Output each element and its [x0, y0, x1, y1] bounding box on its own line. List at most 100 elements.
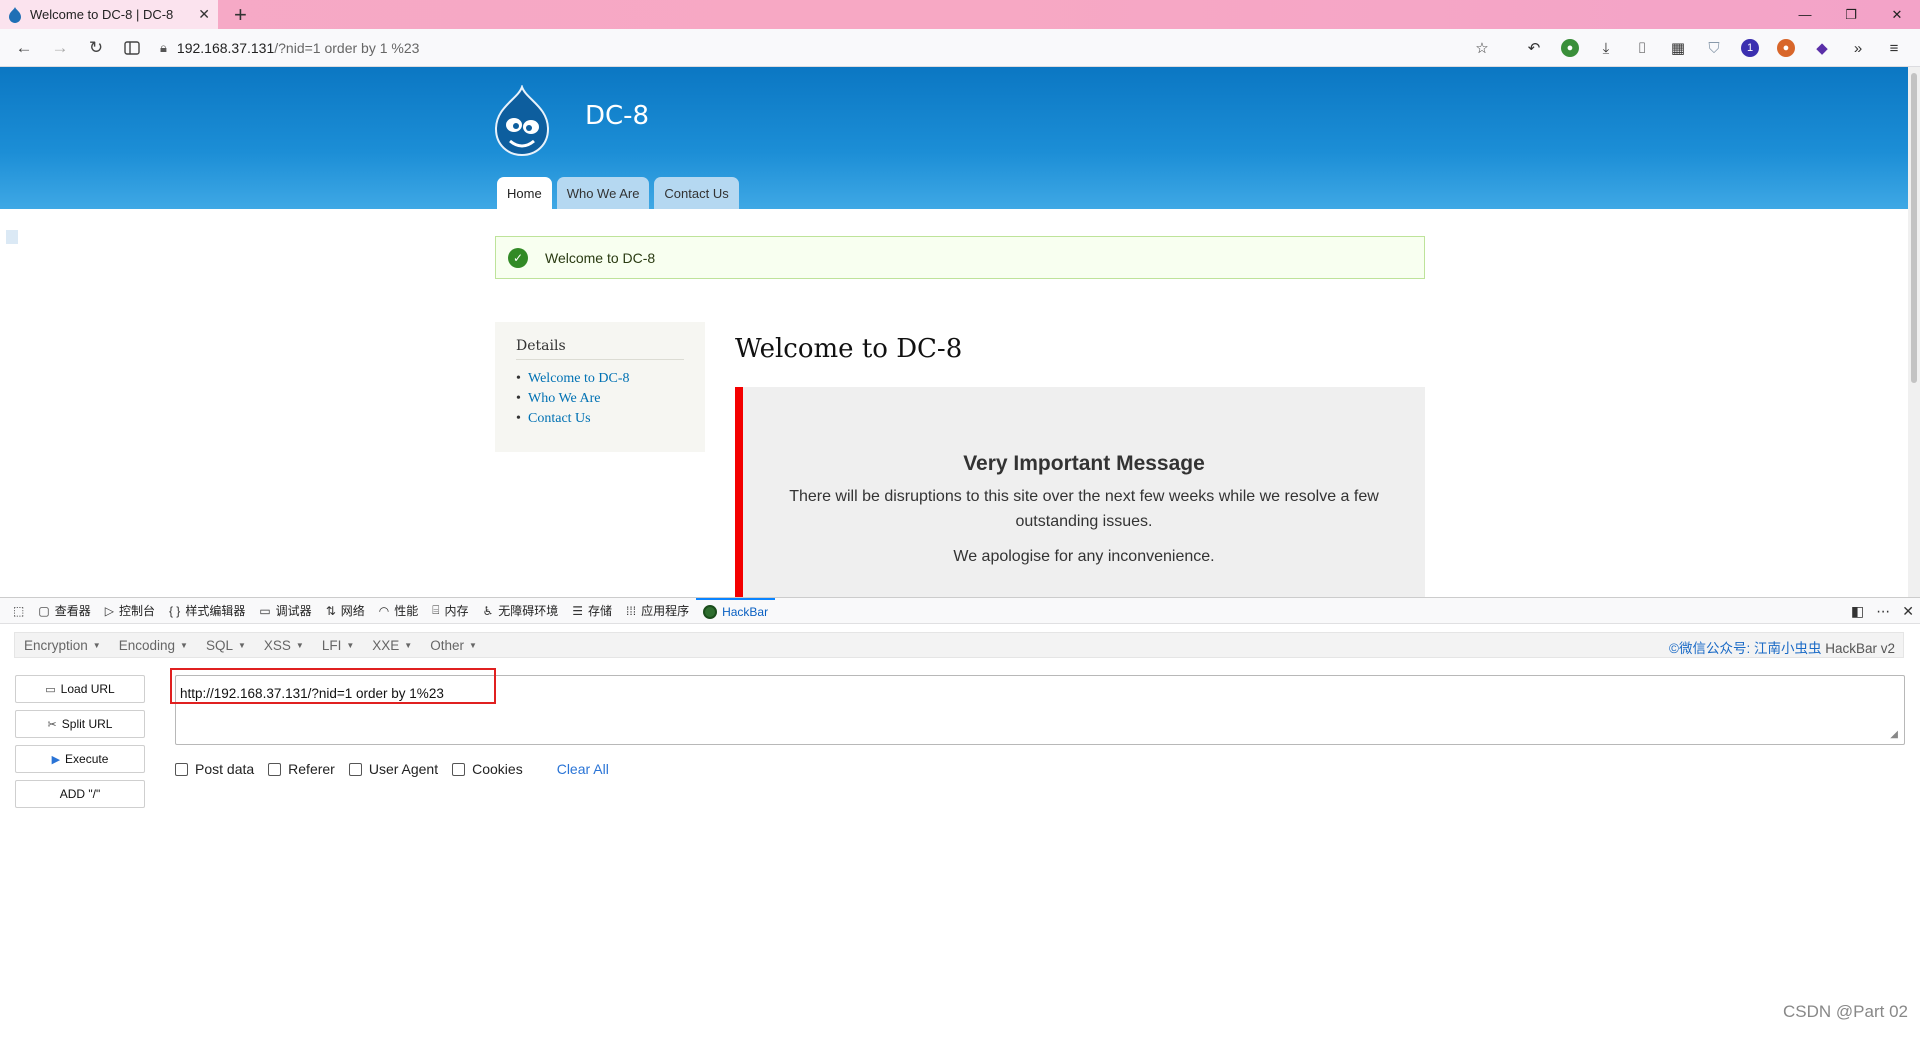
- menu-encoding[interactable]: Encoding ▼: [110, 638, 197, 653]
- callout-title: Very Important Message: [963, 452, 1205, 475]
- extension-cookie-icon[interactable]: ●: [1772, 34, 1800, 62]
- checkbox[interactable]: [175, 762, 188, 776]
- menu-xss[interactable]: XSS ▼: [255, 638, 313, 653]
- new-tab-button[interactable]: +: [234, 2, 247, 28]
- tab-inspector[interactable]: ▢ 查看器: [31, 598, 97, 624]
- network-arrows-icon: ⇅: [325, 603, 336, 618]
- extension-rewind-icon[interactable]: ↶: [1520, 34, 1548, 62]
- nav-tab-home[interactable]: Home: [497, 177, 552, 209]
- sidebar-details-block: Details Welcome to DC-8 Who We Are Conta…: [495, 322, 705, 452]
- reload-icon[interactable]: ↻: [78, 33, 114, 63]
- address-bar[interactable]: 🔒︎ 192.168.37.131/?nid=1 order by 1 %23: [160, 33, 1510, 63]
- primary-nav-tabs: Home Who We Are Contact Us: [497, 177, 739, 209]
- button-label: ADD "/": [59, 787, 101, 801]
- scrollbar-thumb[interactable]: [1911, 73, 1917, 383]
- load-url-button[interactable]: ▭ Load URL: [15, 675, 145, 703]
- close-window-button[interactable]: ✕: [1874, 0, 1920, 29]
- menu-hamburger-icon[interactable]: ≡: [1880, 34, 1908, 62]
- caret-down-icon: ▼: [346, 640, 355, 650]
- nav-tab-contact-us[interactable]: Contact Us: [654, 177, 739, 209]
- site-name[interactable]: DC-8: [585, 101, 649, 131]
- sidebar-link-who-we-are[interactable]: Who We Are: [516, 389, 684, 409]
- lock-icon: 🔒︎: [160, 40, 167, 55]
- option-post-data[interactable]: Post data: [175, 761, 254, 777]
- element-picker-icon[interactable]: ⬚: [6, 598, 31, 624]
- option-label: Referer: [288, 761, 335, 777]
- menu-encryption[interactable]: Encryption ▼: [15, 638, 110, 653]
- menu-label: SQL: [205, 637, 233, 653]
- tab-hackbar[interactable]: HackBar: [696, 597, 776, 624]
- checkmark-icon: ✓: [508, 247, 528, 268]
- overflow-chevrons-icon[interactable]: »: [1844, 34, 1872, 62]
- tab-debugger[interactable]: ▭ 调试器: [252, 598, 318, 624]
- hackbar-credit: ©微信公众号: 江南小虫虫 HackBar v2: [1669, 637, 1895, 657]
- close-tab-icon[interactable]: ✕: [198, 6, 210, 23]
- tab-console[interactable]: ▷ 控制台: [98, 598, 162, 624]
- extension-globe-icon[interactable]: ●: [1556, 34, 1584, 62]
- application-grid-icon: ⁞⁞⁞: [626, 603, 637, 618]
- menu-sql[interactable]: SQL ▼: [197, 638, 255, 653]
- tab-style-editor[interactable]: { } 样式编辑器: [162, 598, 252, 624]
- option-cookies[interactable]: Cookies: [452, 761, 523, 777]
- braces-icon: { }: [168, 603, 181, 618]
- clear-all-link[interactable]: Clear All: [557, 761, 609, 777]
- hackbar-version: HackBar v2: [1825, 641, 1895, 656]
- tab-accessibility[interactable]: ♿︎ 无障碍环境: [475, 598, 565, 624]
- debugger-icon: ▭: [259, 603, 271, 618]
- tab-application[interactable]: ⁞⁞⁞ 应用程序: [619, 598, 696, 624]
- checkbox[interactable]: [348, 762, 362, 776]
- forward-arrow-icon[interactable]: →: [42, 33, 78, 63]
- sidebar-link-welcome[interactable]: Welcome to DC-8: [516, 369, 684, 389]
- devtools-window-controls: ◧ ⋯ ✕: [1851, 598, 1914, 624]
- dock-side-icon[interactable]: ◧: [1851, 603, 1864, 620]
- execute-button[interactable]: ▶ Execute: [15, 745, 145, 773]
- accessibility-person-icon: ♿︎: [482, 603, 494, 618]
- restore-button[interactable]: ❐: [1828, 0, 1874, 29]
- close-devtools-icon[interactable]: ✕: [1902, 603, 1914, 620]
- sidebar-toggle-icon[interactable]: [114, 33, 150, 63]
- nav-tab-label: Contact Us: [664, 185, 729, 201]
- menu-other[interactable]: Other ▼: [421, 638, 486, 653]
- caret-down-icon: ▼: [404, 640, 413, 650]
- csdn-watermark: CSDN @Part 02: [1783, 1002, 1908, 1021]
- drupal-logo-icon[interactable]: [492, 85, 552, 157]
- tab-network[interactable]: ⇅ 网络: [319, 598, 372, 624]
- hackbar-menu-bar: Encryption ▼ Encoding ▼ SQL ▼ XSS ▼ LFI ▼ XXE…: [14, 632, 1904, 658]
- extension-panel-icon[interactable]: ▦: [1664, 34, 1692, 62]
- menu-xxe[interactable]: XXE ▼: [363, 638, 421, 653]
- menu-label: Encryption: [24, 637, 88, 653]
- download-icon[interactable]: ⤓: [1592, 34, 1620, 62]
- console-icon: ▷: [104, 603, 114, 618]
- credit-link[interactable]: ©微信公众号: 江南小虫虫: [1669, 641, 1821, 656]
- menu-lfi[interactable]: LFI ▼: [313, 638, 363, 653]
- address-bar-url[interactable]: 192.168.37.131/?nid=1 order by 1 %23: [177, 40, 419, 56]
- menu-label: Other: [430, 637, 464, 653]
- tab-memory[interactable]: ⌸ 内存: [425, 598, 475, 624]
- checkbox[interactable]: [268, 762, 282, 776]
- site-header: DC-8 Home Who We Are Contact Us: [0, 67, 1908, 244]
- back-arrow-icon[interactable]: ←: [6, 33, 42, 63]
- screenshot-camera-icon[interactable]: ⌷: [1628, 34, 1656, 62]
- extension-shield-icon[interactable]: ⛉: [1700, 34, 1728, 62]
- nav-tab-who-we-are[interactable]: Who We Are: [556, 177, 650, 209]
- sidebar-link-contact-us[interactable]: Contact Us: [516, 409, 684, 429]
- page-scrollbar[interactable]: [1908, 67, 1920, 597]
- bookmark-star-icon[interactable]: ☆: [1468, 34, 1496, 62]
- option-referer[interactable]: Referer: [268, 761, 335, 777]
- devtools-panel: ⬚ ▢ 查看器 ▷ 控制台 { } 样式编辑器 ▭ 调试器 ⇅ 网络 ◠ 性能 ⌸ 内存 ♿︎…: [0, 597, 1920, 1040]
- annotation-highlight-box: [170, 668, 496, 704]
- minimize-button[interactable]: —: [1782, 0, 1828, 29]
- tab-performance[interactable]: ◠ 性能: [372, 598, 426, 624]
- add-slash-button[interactable]: ADD "/": [15, 780, 145, 808]
- tab-label: HackBar: [722, 604, 769, 619]
- split-url-button[interactable]: ✂ Split URL: [15, 710, 145, 738]
- resize-grip-icon[interactable]: ◢: [1890, 729, 1898, 740]
- extension-tag-icon[interactable]: ◆: [1808, 34, 1836, 62]
- checkbox[interactable]: [452, 762, 466, 776]
- tab-storage[interactable]: ☰ 存储: [565, 598, 619, 624]
- extension-badge-1-icon[interactable]: 1: [1736, 34, 1764, 62]
- more-options-icon[interactable]: ⋯: [1876, 603, 1890, 620]
- nav-tab-label: Who We Are: [566, 185, 640, 201]
- browser-tab[interactable]: Welcome to DC-8 | DC-8 ✕: [0, 0, 218, 29]
- option-user-agent[interactable]: User Agent: [348, 761, 438, 777]
